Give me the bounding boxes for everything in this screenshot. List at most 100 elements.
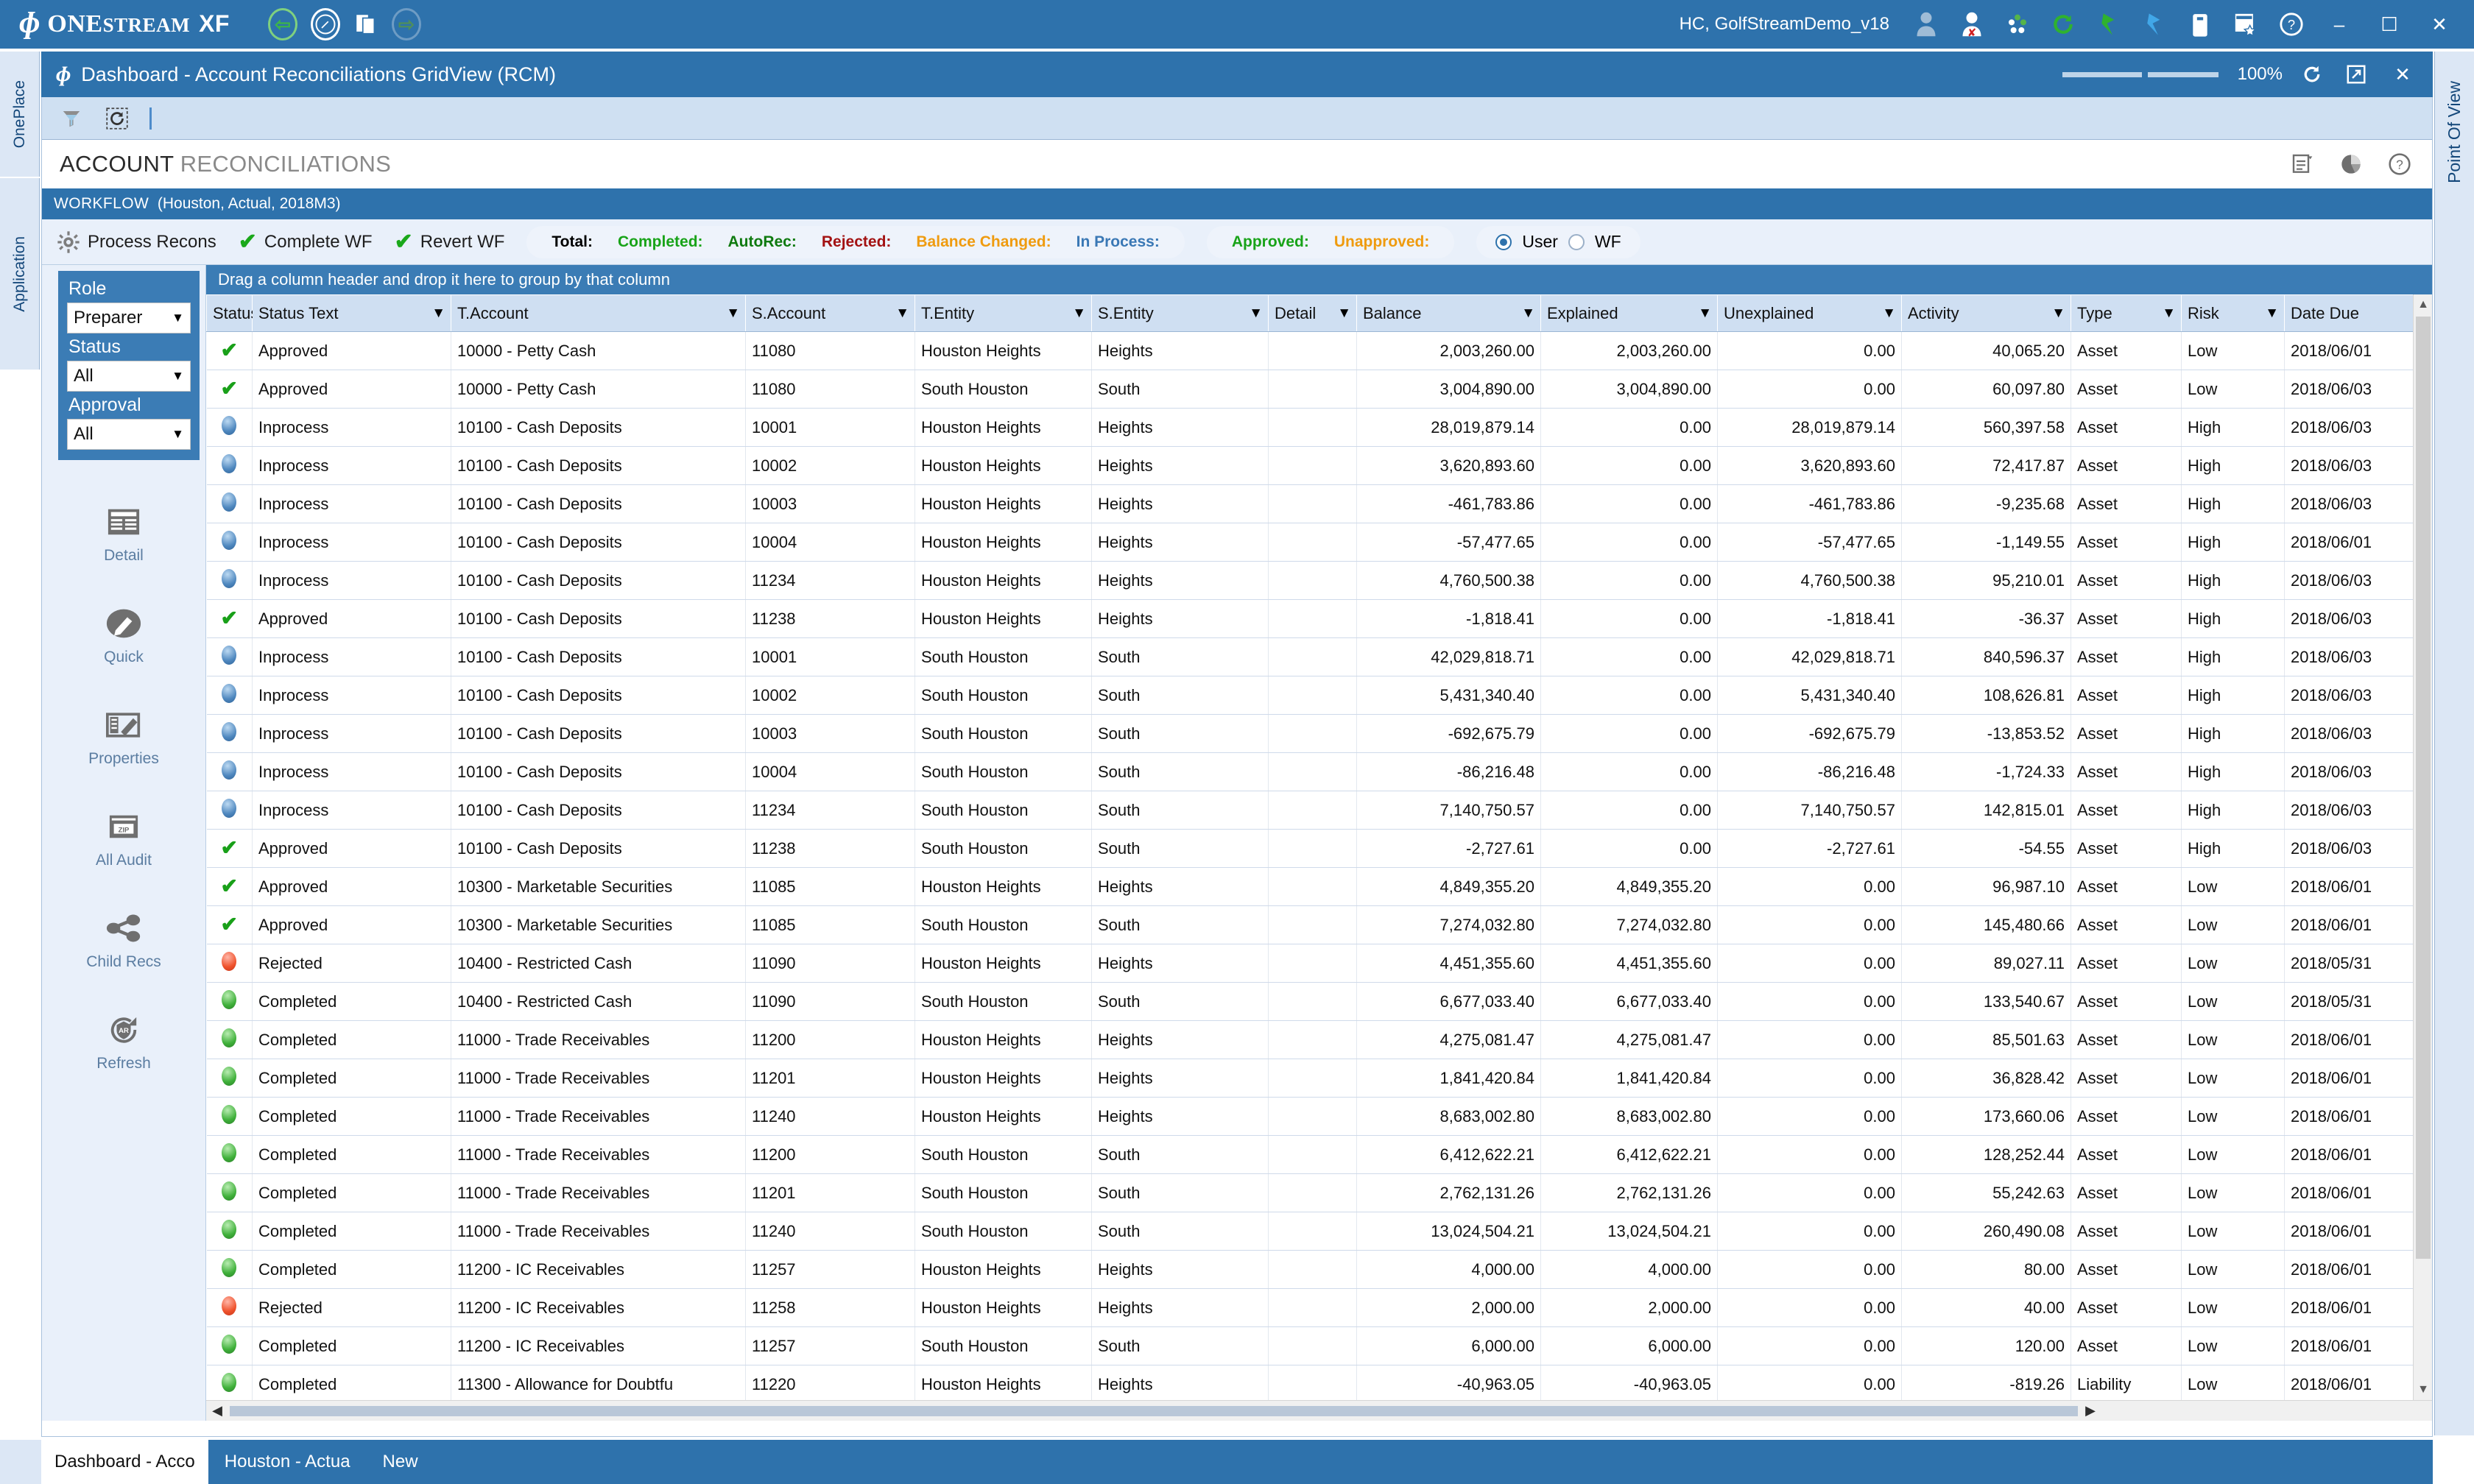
- table-row[interactable]: ✔Approved10000 - Petty Cash11080Houston …: [207, 332, 2432, 370]
- complete-wf-button[interactable]: ✔ Complete WF: [239, 231, 373, 253]
- settings-gears-icon[interactable]: [2003, 8, 2032, 40]
- grid-column-header-s-account[interactable]: S.Account▼: [746, 295, 915, 332]
- horizontal-scroll-thumb[interactable]: [230, 1406, 2078, 1416]
- taskbar-tab-dashboard[interactable]: Dashboard - Acco: [41, 1440, 208, 1484]
- table-row[interactable]: Completed11000 - Trade Receivables11240H…: [207, 1098, 2432, 1136]
- table-row[interactable]: Completed11000 - Trade Receivables11201H…: [207, 1059, 2432, 1098]
- table-row[interactable]: Rejected10400 - Restricted Cash11090Hous…: [207, 944, 2432, 983]
- table-row[interactable]: Completed11000 - Trade Receivables11240S…: [207, 1212, 2432, 1251]
- nav-item-detail[interactable]: Detail: [42, 504, 205, 565]
- favorites-icon[interactable]: [2231, 8, 2260, 40]
- vertical-scroll-thumb[interactable]: [2416, 317, 2431, 1259]
- grid-column-header-status[interactable]: Status: [207, 295, 253, 332]
- grid-column-header-balance[interactable]: Balance▼: [1357, 295, 1541, 332]
- help-icon[interactable]: ?: [2277, 8, 2306, 40]
- restore-button[interactable]: ☐: [2372, 8, 2406, 40]
- table-row[interactable]: ✔Approved10100 - Cash Deposits11238Houst…: [207, 600, 2432, 638]
- user-icon[interactable]: [1911, 8, 1941, 40]
- column-filter-icon[interactable]: ▼: [1698, 305, 1712, 322]
- filter-select-status[interactable]: All▼: [67, 361, 191, 392]
- table-row[interactable]: Inprocess10100 - Cash Deposits10001South…: [207, 638, 2432, 676]
- scroll-left-arrow[interactable]: ◀: [206, 1403, 228, 1418]
- process-recons-button[interactable]: Process Recons: [57, 230, 216, 254]
- column-filter-icon[interactable]: ▼: [1072, 305, 1086, 322]
- nav-item-child-recs[interactable]: Child Recs: [42, 911, 205, 971]
- grid-column-header-t-entity[interactable]: T.Entity▼: [915, 295, 1092, 332]
- sidebar-tab-point-of-view[interactable]: Point Of View: [2434, 52, 2474, 1435]
- grid-horizontal-scrollbar[interactable]: ◀ ▶: [206, 1400, 2432, 1421]
- sidebar-tab-oneplace[interactable]: OnePlace: [0, 52, 40, 177]
- column-filter-icon[interactable]: ▼: [2051, 305, 2065, 322]
- forward-arrow-icon[interactable]: ⇨: [392, 8, 421, 40]
- scroll-right-arrow[interactable]: ▶: [2079, 1403, 2101, 1418]
- scroll-up-arrow[interactable]: ▲: [2414, 294, 2432, 315]
- table-row[interactable]: Inprocess10100 - Cash Deposits11234Houst…: [207, 562, 2432, 600]
- refresh-icon[interactable]: [2297, 58, 2327, 91]
- table-row[interactable]: Inprocess10100 - Cash Deposits10004South…: [207, 753, 2432, 791]
- radio-user[interactable]: [1495, 234, 1512, 250]
- pie-chart-icon[interactable]: [2336, 148, 2366, 180]
- table-row[interactable]: Inprocess10100 - Cash Deposits10001Houst…: [207, 409, 2432, 447]
- filter-select-approval[interactable]: All▼: [67, 419, 191, 450]
- scroll-down-arrow[interactable]: ▼: [2414, 1379, 2432, 1400]
- refresh-dashed-icon[interactable]: [104, 105, 130, 132]
- nav-item-all-audit[interactable]: ZIPAll Audit: [42, 809, 205, 869]
- table-row[interactable]: ✔Approved10100 - Cash Deposits11238South…: [207, 830, 2432, 868]
- table-row[interactable]: Completed10400 - Restricted Cash11090Sou…: [207, 983, 2432, 1021]
- grid-column-header-date-due[interactable]: Date Due: [2285, 295, 2432, 332]
- table-row[interactable]: Inprocess10100 - Cash Deposits10002Houst…: [207, 447, 2432, 485]
- refresh-green-icon[interactable]: [2048, 8, 2078, 40]
- column-filter-icon[interactable]: ▼: [895, 305, 909, 322]
- table-row[interactable]: Completed11000 - Trade Receivables11201S…: [207, 1174, 2432, 1212]
- column-filter-icon[interactable]: ▼: [2162, 305, 2176, 322]
- copy-pages-icon[interactable]: [353, 11, 378, 38]
- table-row[interactable]: Inprocess10100 - Cash Deposits11234South…: [207, 791, 2432, 830]
- table-row[interactable]: Completed11200 - IC Receivables11257Sout…: [207, 1327, 2432, 1365]
- pin-blue-icon[interactable]: [2140, 8, 2169, 40]
- table-row[interactable]: Inprocess10100 - Cash Deposits10003South…: [207, 715, 2432, 753]
- grid-column-header-t-account[interactable]: T.Account▼: [451, 295, 746, 332]
- column-filter-icon[interactable]: ▼: [726, 305, 740, 322]
- table-row[interactable]: Completed11200 - IC Receivables11257Hous…: [207, 1251, 2432, 1289]
- revert-wf-button[interactable]: ✔ Revert WF: [395, 231, 505, 253]
- grid-column-header-explained[interactable]: Explained▼: [1541, 295, 1718, 332]
- column-filter-icon[interactable]: ▼: [431, 305, 445, 322]
- grid-column-header-status-text[interactable]: Status Text▼: [253, 295, 451, 332]
- column-filter-icon[interactable]: ▼: [2265, 305, 2279, 322]
- minimize-button[interactable]: –: [2322, 8, 2356, 40]
- grid-vertical-scrollbar[interactable]: ▲ ▼: [2413, 294, 2432, 1400]
- grid-column-header-activity[interactable]: Activity▼: [1902, 295, 2071, 332]
- taskbar-tab-houston[interactable]: Houston - Actua: [208, 1452, 367, 1472]
- table-row[interactable]: Rejected11200 - IC Receivables11258Houst…: [207, 1289, 2432, 1327]
- filter-icon[interactable]: [58, 105, 85, 132]
- grid-column-header-detail[interactable]: Detail▼: [1269, 295, 1357, 332]
- dashboard-close-icon[interactable]: ✕: [2386, 58, 2420, 91]
- zoom-slider[interactable]: [2062, 72, 2219, 77]
- table-row[interactable]: Inprocess10100 - Cash Deposits10003Houst…: [207, 485, 2432, 523]
- nav-item-quick[interactable]: Quick: [42, 606, 205, 666]
- user-remove-icon[interactable]: ✘: [1957, 8, 1987, 40]
- table-row[interactable]: Completed11300 - Allowance for Doubtfu11…: [207, 1365, 2432, 1401]
- grid-column-header-type[interactable]: Type▼: [2071, 295, 2182, 332]
- grid-column-header-s-entity[interactable]: S.Entity▼: [1092, 295, 1269, 332]
- sidebar-tab-application[interactable]: Application: [0, 178, 40, 370]
- nav-item-refresh[interactable]: ARRefresh: [42, 1012, 205, 1073]
- help-icon[interactable]: ?: [2385, 148, 2414, 180]
- grid-column-header-unexplained[interactable]: Unexplained▼: [1718, 295, 1902, 332]
- back-arrow-icon[interactable]: ⇦: [268, 8, 297, 40]
- nav-item-properties[interactable]: Properties: [42, 707, 205, 768]
- radio-wf[interactable]: [1568, 234, 1585, 250]
- column-filter-icon[interactable]: ▼: [1249, 305, 1263, 322]
- report-icon[interactable]: [2288, 148, 2317, 180]
- popout-icon[interactable]: [2341, 58, 2371, 91]
- taskbar-tab-new[interactable]: New: [367, 1452, 434, 1472]
- filter-select-role[interactable]: Preparer▼: [67, 303, 191, 333]
- table-row[interactable]: Completed11000 - Trade Receivables11200S…: [207, 1136, 2432, 1174]
- table-row[interactable]: ✔Approved10300 - Marketable Securities11…: [207, 868, 2432, 906]
- close-button[interactable]: ✕: [2422, 8, 2456, 40]
- group-by-dropzone[interactable]: Drag a column header and drop it here to…: [206, 265, 2432, 294]
- table-row[interactable]: Inprocess10100 - Cash Deposits10002South…: [207, 676, 2432, 715]
- column-filter-icon[interactable]: ▼: [1521, 305, 1535, 322]
- column-filter-icon[interactable]: ▼: [1337, 305, 1351, 322]
- clipboard-icon[interactable]: [2185, 8, 2215, 40]
